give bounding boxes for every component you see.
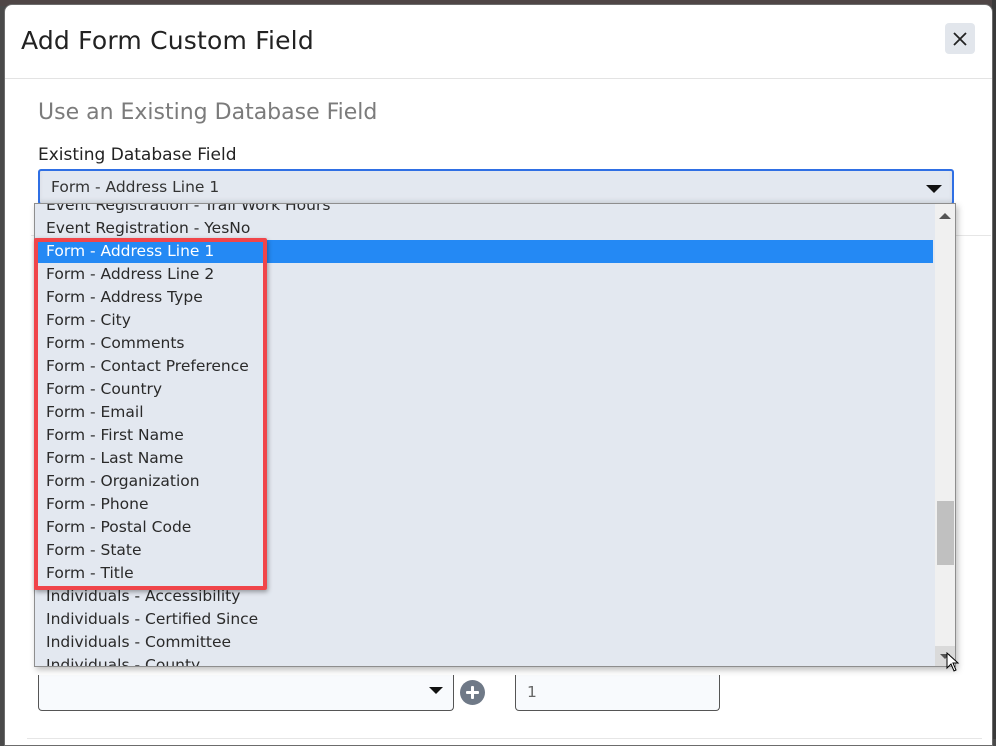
existing-database-field-label: Existing Database Field <box>38 145 237 165</box>
chevron-down-icon <box>926 185 942 193</box>
dropdown-option[interactable]: Event Registration - Trail Work Hours <box>35 204 933 217</box>
dropdown-option[interactable]: Event Registration - YesNo <box>35 217 933 240</box>
secondary-select[interactable] <box>38 675 454 711</box>
section-title: Use an Existing Database Field <box>38 100 378 125</box>
dropdown-option-selected[interactable]: Form - Address Line 1 <box>35 240 933 263</box>
dropdown-option[interactable]: Form - Contact Preference <box>35 355 933 378</box>
scroll-thumb[interactable] <box>937 501 954 565</box>
dropdown-option[interactable]: Form - Organization <box>35 470 933 493</box>
scrollbar[interactable] <box>935 204 955 666</box>
triangle-down-icon <box>940 653 950 659</box>
dropdown-option[interactable]: Form - Postal Code <box>35 516 933 539</box>
existing-database-field-select[interactable]: Form - Address Line 1 <box>38 169 954 205</box>
dropdown-option-list: Event Registration - Trail Work Hours Eve… <box>35 204 933 666</box>
existing-database-field-dropdown[interactable]: Event Registration - Trail Work Hours Eve… <box>34 203 956 667</box>
close-icon <box>953 31 967 46</box>
dropdown-option[interactable]: Form - State <box>35 539 933 562</box>
dropdown-option[interactable]: Form - Country <box>35 378 933 401</box>
dropdown-option[interactable]: Form - First Name <box>35 424 933 447</box>
dropdown-option[interactable]: Form - Comments <box>35 332 933 355</box>
triangle-up-icon <box>939 213 951 219</box>
number-input[interactable]: 1 <box>515 675 720 711</box>
dropdown-option[interactable]: Form - Last Name <box>35 447 933 470</box>
modal-header: Add Form Custom Field <box>5 5 992 79</box>
dropdown-option[interactable]: Form - Address Type <box>35 286 933 309</box>
modal-title: Add Form Custom Field <box>21 26 314 55</box>
chevron-down-icon <box>429 687 443 694</box>
dropdown-option[interactable]: Individuals - Certified Since <box>35 608 933 631</box>
dropdown-option[interactable]: Form - Email <box>35 401 933 424</box>
dropdown-option[interactable]: Form - Phone <box>35 493 933 516</box>
dropdown-option[interactable]: Form - Title <box>35 562 933 585</box>
close-button[interactable] <box>945 23 975 54</box>
dropdown-option[interactable]: Form - City <box>35 309 933 332</box>
dropdown-option[interactable]: Individuals - Accessibility <box>35 585 933 608</box>
scroll-up-button[interactable] <box>935 206 955 226</box>
dropdown-option[interactable]: Form - Address Line 2 <box>35 263 933 286</box>
plus-circle-icon[interactable] <box>460 680 485 705</box>
selected-value: Form - Address Line 1 <box>51 178 220 196</box>
dropdown-option[interactable]: Individuals - Committee <box>35 631 933 654</box>
dropdown-option[interactable]: Individuals - County <box>35 654 933 666</box>
scroll-down-button[interactable] <box>935 646 955 666</box>
